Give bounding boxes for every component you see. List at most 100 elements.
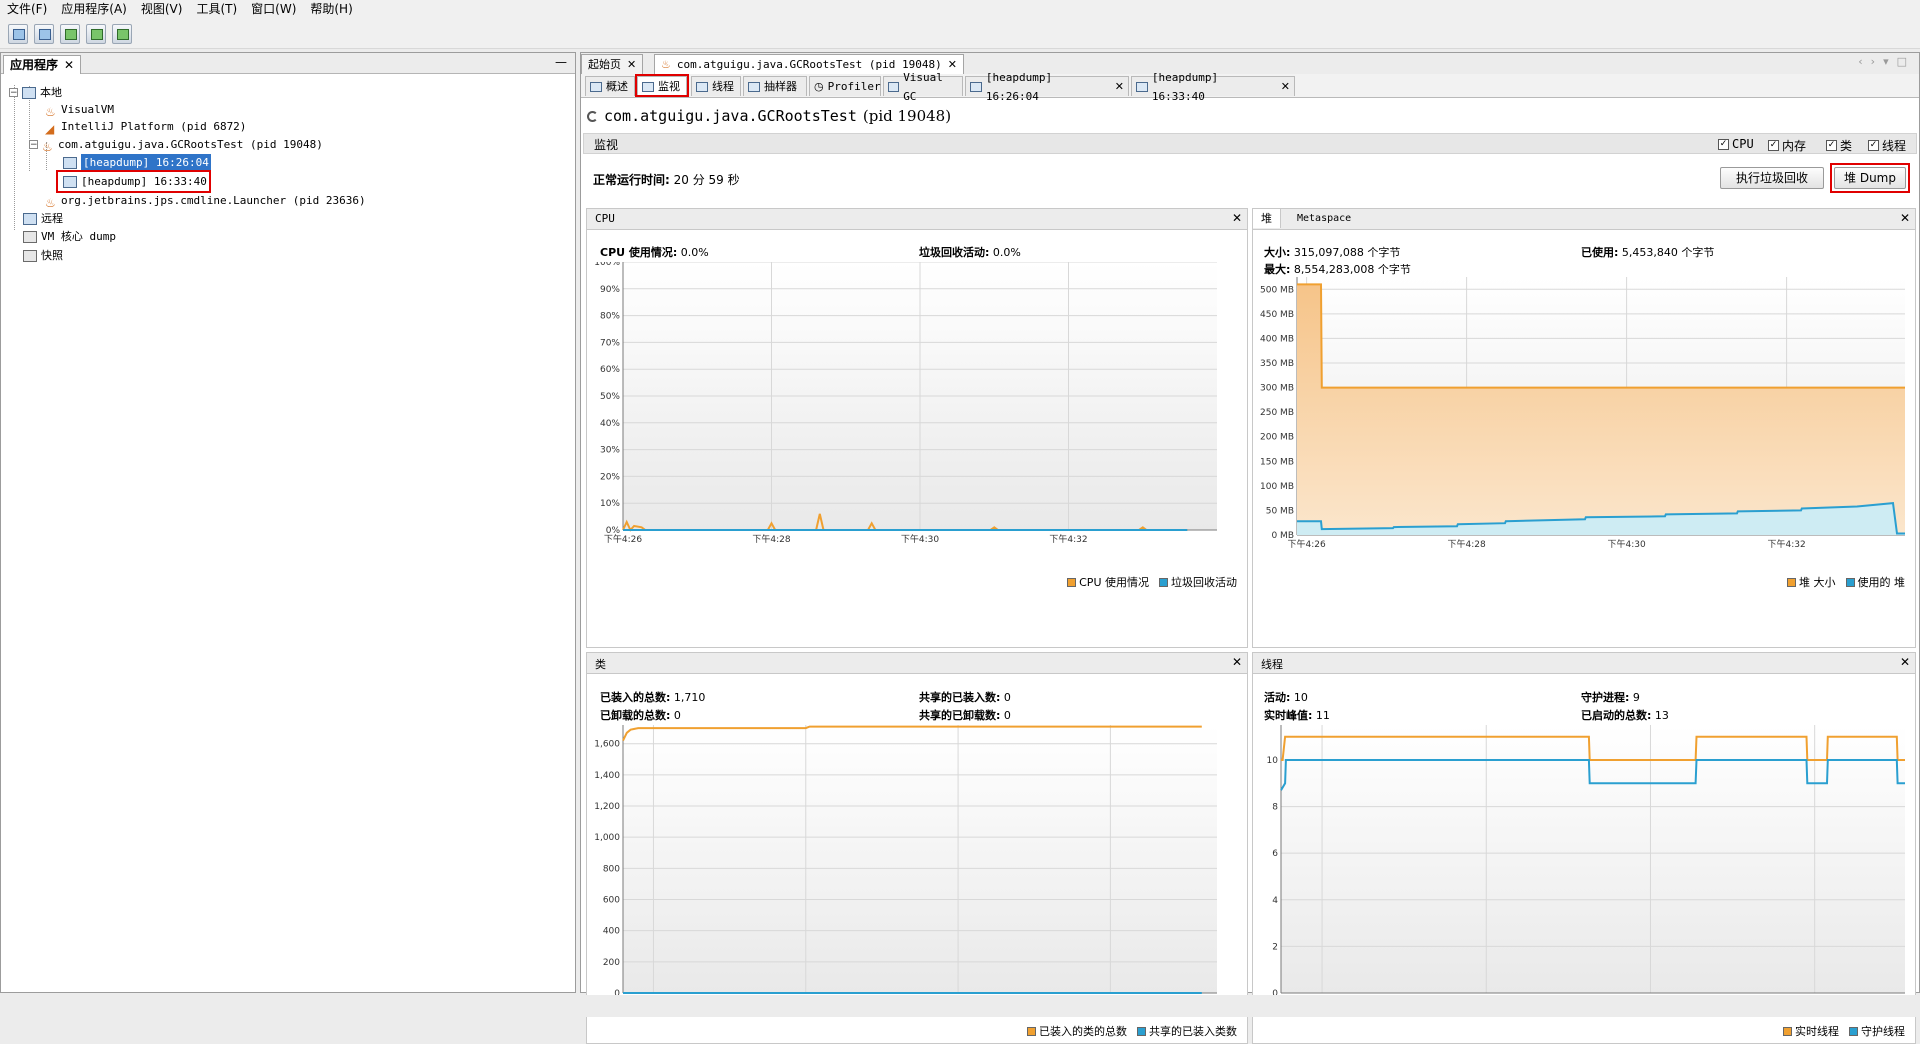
tab-metaspace[interactable]: Metaspace [1289, 209, 1359, 228]
legend-item: 垃圾回收活动 [1159, 574, 1237, 590]
heap-size-stat: 大小: 315,097,088 个字节 [1264, 246, 1401, 259]
tab-navigation-arrows[interactable]: ‹›▾□ [1858, 55, 1915, 68]
java-icon: ♨ [42, 139, 53, 154]
threads-checkbox[interactable]: ✓ 线程 [1868, 137, 1906, 154]
y-tick-label: 90% [600, 285, 620, 295]
add-core-dump-icon[interactable] [112, 23, 132, 44]
tree-node-remote[interactable]: 远程 [23, 210, 63, 227]
close-icon[interactable]: ✕ [64, 57, 74, 74]
tab-sampler[interactable]: 抽样器 [743, 76, 807, 96]
y-tick-label: 150 MB [1260, 457, 1294, 467]
shared-unloaded-stat: 共享的已卸载数: 0 [919, 709, 1011, 722]
overview-icon [590, 81, 602, 92]
menu-application[interactable]: 应用程序(A) [54, 0, 134, 19]
tab-heapdump-1[interactable]: [heapdump] 16:26:04 ✕ [965, 71, 1129, 103]
classes-legend: 已装入的类的总数 共享的已装入类数 [1027, 1023, 1237, 1039]
close-icon[interactable]: ✕ [1281, 77, 1290, 96]
applications-tab-label: 应用程序 [10, 57, 59, 72]
monitor-label: 监视 [594, 138, 619, 152]
applications-tab[interactable]: 应用程序 ✕ [3, 55, 82, 74]
add-jmx-connection-icon[interactable] [60, 23, 80, 44]
tree-node-coredump[interactable]: VM 核心 dump [23, 228, 116, 245]
minimize-icon[interactable]: — [555, 55, 567, 69]
save-icon[interactable] [34, 23, 54, 44]
legend-item: 已装入的类的总数 [1027, 1023, 1127, 1039]
java-icon: ♨ [45, 104, 56, 119]
close-icon[interactable]: ✕ [1900, 655, 1910, 669]
view-tab-bar: 概述 监视 线程 抽样器 ◷ Profiler Visual GC [heapd… [581, 71, 1919, 103]
tree-node-gcrootstest[interactable]: − ♨ com.atguigu.java.GCRootsTest (pid 19… [29, 136, 323, 154]
classes-panel-header: 类 ✕ [587, 653, 1247, 674]
threads-chart: 0246810下午4:26下午4:28下午4:30下午4:32 [1267, 725, 1905, 1008]
tab-profiler[interactable]: ◷ Profiler [809, 76, 881, 96]
panel-title: 线程 [1261, 658, 1283, 671]
close-icon[interactable]: ✕ [1900, 211, 1910, 225]
y-tick-label: 800 [603, 864, 620, 874]
y-tick-label: 50% [600, 392, 620, 402]
tree-node-launcher[interactable]: ♨ org.jetbrains.jps.cmdline.Launcher (pi… [45, 192, 366, 210]
threads-panel: 线程 ✕ 活动: 10 实时峰值: 11 守护进程: 9 已启动的总数: 13 … [1252, 652, 1916, 1044]
tab-visual-gc[interactable]: Visual GC [883, 71, 963, 103]
tree-node-label: org.jetbrains.jps.cmdline.Launcher (pid … [61, 194, 366, 207]
computer-icon [22, 86, 36, 99]
y-tick-label: 1,400 [594, 771, 620, 781]
peak-threads-stat: 实时峰值: 11 [1264, 709, 1330, 722]
y-tick-label: 2 [1272, 942, 1278, 952]
menu-tools[interactable]: 工具(T) [189, 0, 244, 19]
close-icon[interactable]: ✕ [627, 55, 636, 74]
collapse-icon[interactable]: − [9, 88, 18, 98]
status-bar [0, 995, 1920, 1017]
close-icon[interactable]: ✕ [1232, 211, 1242, 225]
tab-start-page[interactable]: 起始页 ✕ [581, 54, 644, 74]
heap-max-stat: 最大: 8,554,283,008 个字节 [1264, 263, 1411, 276]
tab-label: 抽样器 [764, 80, 797, 93]
tree-node-local[interactable]: − 本地 [9, 84, 62, 101]
tab-heapdump-2[interactable]: [heapdump] 16:33:40 ✕ [1131, 71, 1295, 103]
x-tick-label: 下午4:28 [752, 533, 790, 545]
load-application-snapshot-icon[interactable] [8, 23, 28, 44]
checkbox-icon: ✓ [1718, 138, 1729, 150]
legend-swatch [1787, 578, 1796, 587]
tab-overview[interactable]: 概述 [585, 76, 635, 96]
cpu-checkbox[interactable]: ✓ CPU [1718, 137, 1754, 151]
sampler-icon [748, 81, 760, 92]
collapse-icon[interactable]: − [29, 140, 38, 150]
memory-checkbox[interactable]: ✓ 内存 [1768, 137, 1806, 154]
y-tick-label: 10 [1267, 756, 1279, 766]
legend-item: 共享的已装入类数 [1137, 1023, 1237, 1039]
close-icon[interactable]: ✕ [1115, 77, 1124, 96]
visual-gc-icon [888, 81, 900, 92]
perform-gc-button[interactable]: 执行垃圾回收 [1720, 167, 1824, 189]
panel-title: CPU [595, 212, 615, 225]
tab-threads[interactable]: 线程 [691, 76, 741, 96]
x-tick-label: 下午4:26 [1287, 538, 1325, 550]
shared-loaded-stat: 共享的已装入数: 0 [919, 691, 1011, 704]
refresh-icon [587, 110, 598, 122]
tab-label: 线程 [712, 80, 734, 93]
tree-node-label: IntelliJ Platform (pid 6872) [61, 120, 247, 133]
heapdump-icon [1136, 81, 1148, 92]
menu-window[interactable]: 窗口(W) [244, 0, 303, 19]
monitor-header: 监视 ✓ CPU ✓ 内存 ✓ 类 ✓ 线程 [583, 133, 1917, 154]
menu-help[interactable]: 帮助(H) [303, 0, 359, 19]
y-tick-label: 8 [1272, 803, 1278, 813]
tree-node-intellij[interactable]: ◢ IntelliJ Platform (pid 6872) [45, 118, 247, 136]
menu-view[interactable]: 视图(V) [134, 0, 190, 19]
tree-node-label: 快照 [41, 249, 63, 262]
panel-title: 类 [595, 658, 606, 671]
y-tick-label: 600 [603, 896, 620, 906]
tree-node-heapdump-1[interactable]: [heapdump] 16:26:04 [63, 154, 211, 171]
tree-node-snapshot[interactable]: 快照 [23, 247, 63, 264]
classes-checkbox[interactable]: ✓ 类 [1826, 137, 1852, 154]
heap-panel-header: 堆 Metaspace ✕ [1253, 209, 1915, 230]
tab-label: 概述 [606, 80, 628, 93]
close-icon[interactable]: ✕ [1232, 655, 1242, 669]
menu-file[interactable]: 文件(F) [0, 0, 54, 19]
highlight-box [1830, 163, 1910, 193]
add-remote-host-icon[interactable] [86, 23, 106, 44]
tree-node-label: com.atguigu.java.GCRootsTest (pid 19048) [58, 138, 323, 151]
y-tick-label: 100% [594, 262, 620, 268]
tab-heap[interactable]: 堆 [1253, 209, 1281, 228]
tree-node-visualvm[interactable]: ♨ VisualVM [45, 101, 114, 119]
started-threads-stat: 已启动的总数: 13 [1581, 709, 1669, 722]
